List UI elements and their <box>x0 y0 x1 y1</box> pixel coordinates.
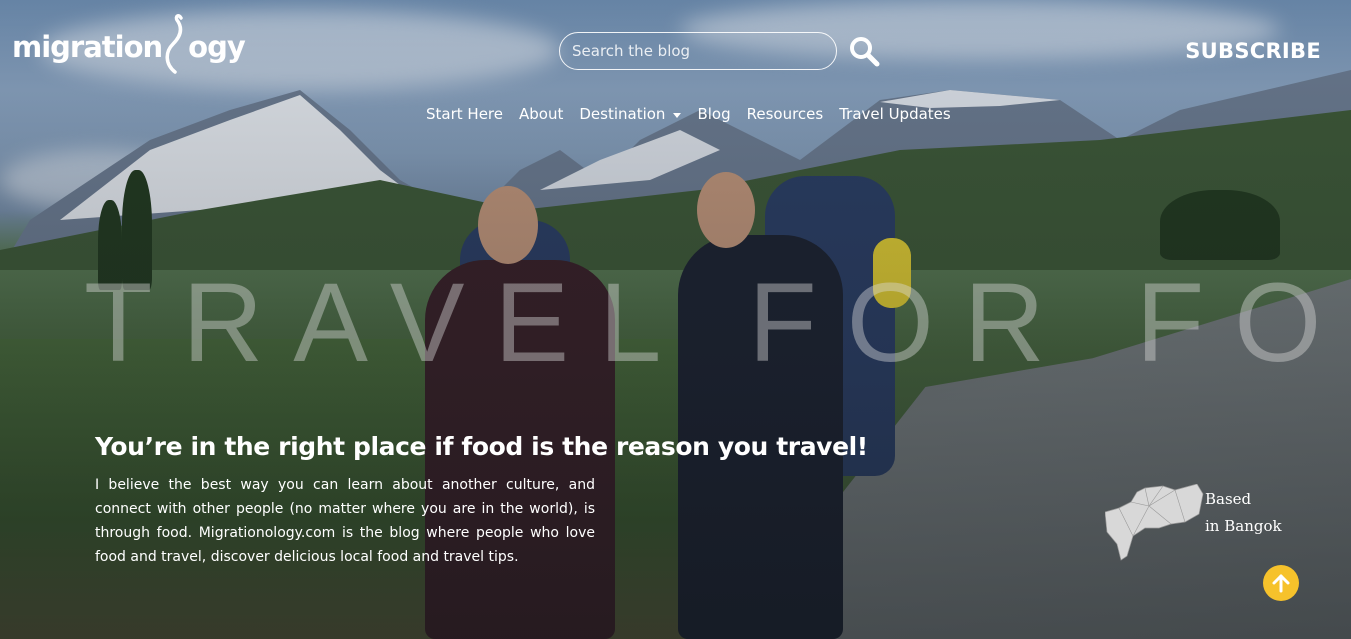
site-logo[interactable]: migration ogy <box>12 14 246 74</box>
arrow-up-icon <box>1272 574 1290 593</box>
logo-swirl-icon <box>165 14 183 74</box>
hero-intro: I believe the best way you can learn abo… <box>95 477 595 565</box>
nav-item-destination[interactable]: Destination <box>579 105 682 123</box>
logo-text-left: migration <box>12 30 163 64</box>
based-in-badge: Based in Bangok <box>1105 484 1305 564</box>
nav-item-blog[interactable]: Blog <box>697 105 730 123</box>
search-input[interactable] <box>559 32 837 70</box>
nav-label: Resources <box>746 105 824 123</box>
nav-item-resources[interactable]: Resources <box>747 105 824 123</box>
caret-down-icon <box>673 112 682 118</box>
nav-item-about[interactable]: About <box>519 105 563 123</box>
nav-label: Start Here <box>426 105 503 123</box>
based-line-2: in Bangok <box>1205 517 1282 535</box>
hero-big-word: TRAVEL FOR FOOD <box>84 260 1351 385</box>
search-icon[interactable] <box>848 35 880 67</box>
subscribe-button[interactable]: SUBSCRIBE <box>1185 39 1321 63</box>
nav-label: Destination <box>579 105 666 123</box>
based-line-1: Based <box>1205 490 1252 508</box>
logo-text-right: ogy <box>188 30 246 64</box>
nav-label: Travel Updates <box>839 105 951 123</box>
bangkok-map-icon <box>1105 484 1204 561</box>
nav-label: About <box>519 105 564 123</box>
based-in-text: Based in Bangok <box>1205 486 1282 540</box>
nav-label: Blog <box>697 105 731 123</box>
nav-item-start-here[interactable]: Start Here <box>426 105 503 123</box>
hero-headline: You’re in the right place if food is the… <box>95 432 868 461</box>
search-bar <box>559 32 880 70</box>
main-nav: Start Here About Destination Blog Resour… <box>426 105 951 123</box>
scroll-to-top-button[interactable] <box>1263 565 1299 601</box>
nav-item-travel-updates[interactable]: Travel Updates <box>839 105 951 123</box>
